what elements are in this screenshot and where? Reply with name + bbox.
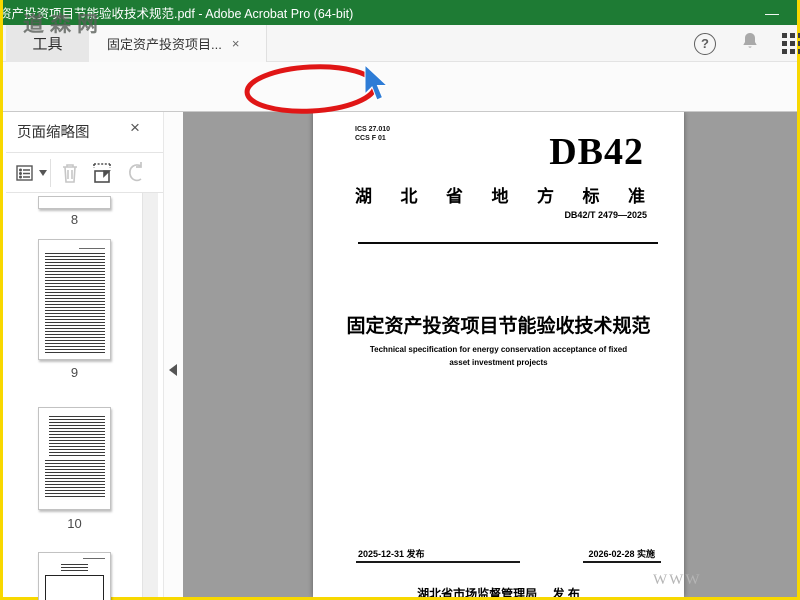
panel-collapse-strip[interactable] bbox=[163, 112, 183, 597]
standard-number: DB42/T 2479—2025 bbox=[564, 210, 647, 220]
thumbnail-page-10[interactable] bbox=[38, 407, 111, 510]
delete-page-trash-icon[interactable] bbox=[58, 161, 82, 185]
main-toolbar: / 19 40.9% ▾ ▾ ••• bbox=[3, 62, 797, 168]
tab-bar: 工具 固定资产投资项目... × ? bbox=[3, 25, 800, 62]
tab-document[interactable]: 固定资产投资项目... × bbox=[89, 25, 267, 62]
ics-codes: ICS 27.010 CCS F 01 bbox=[355, 125, 390, 143]
collapse-panel-arrow-icon[interactable] bbox=[169, 364, 177, 376]
ccs-line: CCS F 01 bbox=[355, 135, 386, 142]
thumbnail-label-8: 8 bbox=[70, 212, 79, 227]
document-viewport[interactable]: ICS 27.010 CCS F 01 DB42 湖 北 省 地 方 标 准 D… bbox=[183, 112, 797, 597]
thumbnail-page-11[interactable] bbox=[38, 552, 111, 600]
title-bar: 资产投资项目节能验收技术规范.pdf - Adobe Acrobat Pro (… bbox=[3, 0, 797, 25]
help-icon[interactable]: ? bbox=[694, 32, 716, 55]
ics-line: ICS 27.010 bbox=[355, 126, 391, 133]
thumbnails-panel: 页面缩略图 × 8 9 10 bbox=[6, 112, 163, 600]
document-subtitle-en-1: Technical specification for energy conse… bbox=[369, 345, 628, 354]
tab-close-icon[interactable]: × bbox=[232, 36, 240, 51]
publisher-line: 湖北省市场监督管理局 发 布 bbox=[417, 587, 580, 597]
thumbnails-toolbar bbox=[6, 153, 163, 192]
tab-document-label: 固定资产投资项目... bbox=[107, 37, 222, 52]
insert-page-icon[interactable] bbox=[90, 161, 114, 185]
apps-grid-icon[interactable] bbox=[782, 33, 800, 54]
thumbnail-page-8[interactable] bbox=[38, 196, 111, 209]
thumbnails-scrollbar[interactable] bbox=[142, 193, 158, 597]
standard-code: DB42 bbox=[549, 131, 644, 173]
thumbnail-label-10: 10 bbox=[67, 516, 82, 531]
implementation-date-underline bbox=[583, 561, 661, 563]
document-title: 固定资产投资项目节能验收技术规范 bbox=[346, 316, 651, 337]
rotate-page-icon[interactable] bbox=[124, 161, 148, 185]
standard-type-heading: 湖 北 省 地 方 标 准 bbox=[355, 187, 645, 206]
www-watermark: WWW bbox=[653, 572, 702, 588]
document-subtitle-en-2: asset investment projects bbox=[449, 358, 548, 367]
notification-bell-icon[interactable] bbox=[740, 31, 760, 56]
acrobat-window: 资产投资项目节能验收技术规范.pdf - Adobe Acrobat Pro (… bbox=[0, 0, 800, 600]
thumbnail-page-9[interactable] bbox=[38, 239, 111, 360]
content-area: 页面缩略图 × 8 9 10 ICS 27.010 CCS F 01 DB42 … bbox=[3, 112, 797, 600]
thumbnails-panel-close-icon[interactable]: × bbox=[130, 118, 140, 138]
issue-date: 2025-12-31 发布 bbox=[358, 549, 425, 559]
header-rule bbox=[358, 242, 658, 244]
dates-row: 2025-12-31 发布 2026-02-28 实施 bbox=[358, 547, 655, 560]
thumbnail-options-icon[interactable] bbox=[14, 161, 48, 185]
pdf-page: ICS 27.010 CCS F 01 DB42 湖 北 省 地 方 标 准 D… bbox=[313, 112, 684, 597]
implementation-date: 2026-02-28 实施 bbox=[588, 549, 655, 559]
thumbnail-label-9: 9 bbox=[70, 365, 79, 380]
site-watermark: 道森网 bbox=[23, 12, 104, 36]
thumbnails-panel-title: 页面缩略图 bbox=[17, 125, 90, 141]
issue-date-underline bbox=[356, 561, 520, 563]
minimize-button[interactable]: — bbox=[755, 0, 789, 25]
